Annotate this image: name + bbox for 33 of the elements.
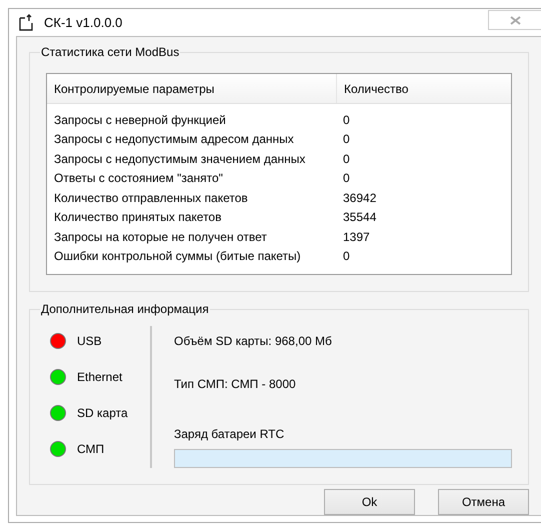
table-cell-text: Запросы на которые не получен ответ bbox=[53, 230, 268, 244]
indicator-label: СМП bbox=[77, 442, 104, 456]
table-cell-text: Количество принятых пакетов bbox=[53, 210, 222, 224]
sd-size-text: Объём SD карты: 968,00 Мб bbox=[174, 334, 333, 348]
indicator-label: USB bbox=[77, 334, 102, 348]
table-cell-text: Запросы с недопустимым адресом данных bbox=[53, 132, 295, 146]
group-title: Статистика сети ModBus bbox=[40, 45, 180, 59]
table-cell-text: 35544 bbox=[342, 210, 378, 224]
smp-type-text: Тип СМП: СМП - 8000 bbox=[174, 377, 297, 391]
table-cell-text: Ошибки контрольной суммы (битые пакеты) bbox=[53, 249, 302, 264]
indicator-label: Ethernet bbox=[77, 370, 122, 384]
table-cell-text: 0 bbox=[342, 152, 351, 166]
table-cell-text: 0 bbox=[342, 171, 351, 186]
close-icon bbox=[510, 16, 520, 24]
table-cell-text: Ответы с состоянием "занято" bbox=[53, 171, 224, 186]
table-cell-text: 36942 bbox=[342, 190, 378, 205]
ok-button[interactable]: Ok bbox=[324, 489, 415, 515]
window-icon bbox=[18, 14, 35, 31]
indicator-label: SD карта bbox=[77, 406, 128, 420]
column-header[interactable]: Контролируемые параметры bbox=[47, 74, 336, 103]
table-cell-text: 0 bbox=[342, 112, 351, 127]
table-cell-text: Запросы с недопустимым значением данных bbox=[53, 152, 306, 166]
battery-label: Заряд батареи RTC bbox=[174, 427, 286, 441]
close-button[interactable] bbox=[488, 10, 541, 30]
column-header[interactable]: Количество bbox=[336, 74, 511, 103]
window-title: СК-1 v1.0.0.0 bbox=[44, 15, 122, 30]
table-cell-text: Запросы с неверной функцией bbox=[53, 112, 227, 127]
table-cell-text: 0 bbox=[342, 249, 351, 264]
table-cell-text: Количество отправленных пакетов bbox=[53, 190, 249, 205]
cancel-button[interactable]: Отмена bbox=[438, 489, 529, 515]
group-title: Дополнительная информация bbox=[40, 302, 210, 316]
table-cell-text: 0 bbox=[342, 132, 351, 146]
table-cell-text: 1397 bbox=[342, 230, 371, 244]
